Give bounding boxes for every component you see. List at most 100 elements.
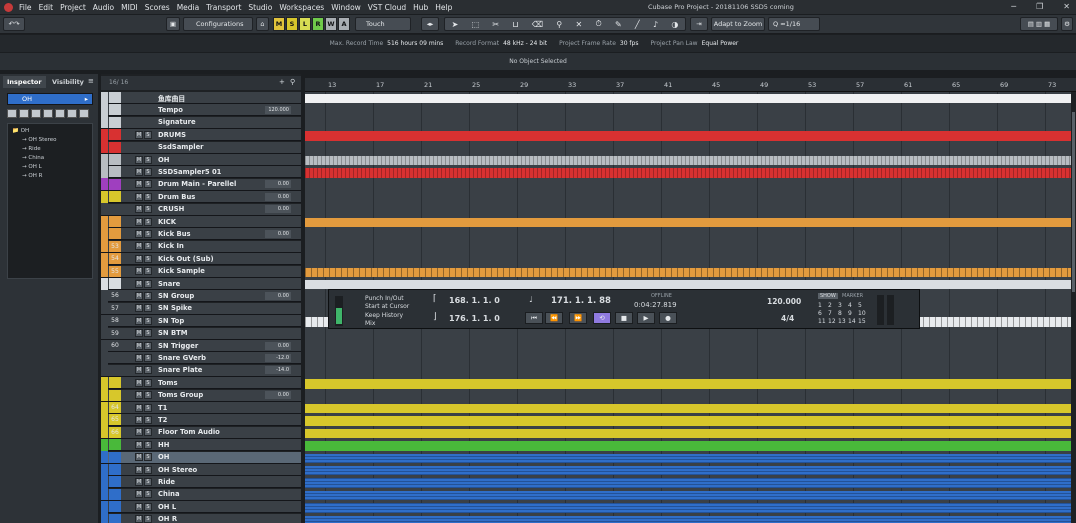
window-layout-button[interactable]: ▣ — [166, 17, 180, 31]
listen-key[interactable]: L — [299, 17, 311, 31]
event-lane[interactable] — [305, 503, 1071, 513]
right-locator-icon[interactable]: ⌋ — [433, 312, 437, 322]
track-row[interactable]: M S Kick Bus 0.00 — [101, 227, 301, 241]
write-key[interactable]: W — [325, 17, 337, 31]
track-row[interactable]: 59 M S SN BTM — [101, 327, 301, 340]
mute-key[interactable]: M — [273, 17, 285, 31]
left-locator-value[interactable]: 168. 1. 1. 0 — [449, 296, 500, 305]
mute-button[interactable]: M — [135, 403, 143, 412]
menu-midi[interactable]: MIDI — [121, 3, 138, 12]
track-row[interactable]: 56 M S SN Group 0.00 — [101, 289, 301, 303]
solo-button[interactable]: S — [144, 192, 152, 201]
track-row[interactable]: 65 M S T2 — [101, 413, 301, 427]
marker-show-button[interactable]: SHOW — [818, 293, 838, 299]
color-icon[interactable]: ◑ — [671, 20, 678, 29]
marker-button[interactable]: 2 — [828, 302, 835, 309]
mute-button[interactable]: M — [135, 440, 143, 449]
solo-button[interactable]: S — [144, 353, 152, 362]
forward-button[interactable]: ⏩ — [569, 312, 587, 324]
track-row[interactable]: M S OH — [101, 153, 301, 166]
solo-button[interactable]: S — [144, 415, 152, 424]
track-row[interactable]: Signature — [101, 116, 301, 129]
menu-project[interactable]: Project — [60, 3, 86, 12]
track-volume-field[interactable]: 0.00 — [265, 205, 291, 214]
solo-button[interactable]: S — [144, 167, 152, 176]
marker-button[interactable]: 7 — [828, 310, 835, 317]
write-icon[interactable] — [43, 109, 53, 118]
automation-key[interactable]: A — [338, 17, 350, 31]
track-row[interactable]: 66 M S Floor Tom Audio — [101, 426, 301, 439]
menu-file[interactable]: File — [19, 3, 32, 12]
quantize-select[interactable]: Q ≈ 1/16 — [768, 17, 820, 31]
left-locator-icon[interactable]: ⌈ — [433, 294, 437, 304]
track-row[interactable]: 53 M S Kick In — [101, 240, 301, 253]
mute-button[interactable]: M — [135, 291, 143, 300]
track-volume-field[interactable]: 0.00 — [265, 291, 291, 300]
event-lane[interactable] — [305, 515, 1071, 523]
marker-button[interactable]: 14 — [848, 318, 856, 325]
mute-button[interactable]: M — [135, 415, 143, 424]
mute-button[interactable]: M — [135, 304, 143, 313]
menu-media[interactable]: Media — [177, 3, 200, 12]
mute-button[interactable]: M — [135, 502, 143, 511]
mute-button[interactable]: M — [135, 205, 143, 214]
marker-button[interactable]: 11 — [818, 318, 826, 325]
solo-button[interactable]: S — [144, 341, 152, 350]
solo-button[interactable]: S — [144, 279, 152, 288]
mute-button[interactable]: M — [135, 192, 143, 201]
play-tool-icon[interactable]: ♪ — [653, 20, 658, 29]
marker-button[interactable]: 6 — [818, 310, 825, 317]
track-volume-field[interactable]: 0.00 — [265, 180, 291, 189]
track-row[interactable]: M S Ride — [101, 475, 301, 489]
mute-button[interactable]: M — [135, 242, 143, 251]
marker-button[interactable]: 4 — [848, 302, 855, 309]
pointer-icon[interactable]: ➤ — [452, 20, 459, 29]
mute-button[interactable]: M — [135, 155, 143, 164]
mute-button[interactable]: M — [135, 366, 143, 375]
solo-button[interactable]: S — [144, 205, 152, 214]
menu-window[interactable]: Window — [331, 3, 361, 12]
mute-button[interactable]: M — [135, 267, 143, 276]
track-row[interactable]: M S KICK — [101, 215, 301, 228]
track-row[interactable]: 55 M S Kick Sample — [101, 265, 301, 278]
undo-redo-button[interactable]: ↶↷ — [3, 17, 25, 31]
track-row[interactable]: 64 M S T1 — [101, 401, 301, 414]
tab-inspector[interactable]: Inspector — [3, 76, 46, 88]
solo-key[interactable]: S — [286, 17, 298, 31]
mute-button[interactable]: M — [135, 229, 143, 238]
time-display[interactable]: 0:04:27.819 — [634, 301, 677, 309]
track-volume-field[interactable]: 120.000 — [265, 105, 291, 114]
tree-item-oh-r[interactable]: → OH R — [22, 173, 42, 179]
solo-button[interactable]: S — [144, 229, 152, 238]
erase-icon[interactable]: ⌫ — [532, 20, 543, 29]
lanes-icon[interactable] — [79, 109, 89, 118]
home-button[interactable]: ⌂ — [256, 17, 269, 31]
marker-button[interactable]: 5 — [858, 302, 865, 309]
mute-tool-icon[interactable]: ✕ — [576, 20, 583, 29]
solo-button[interactable]: S — [144, 490, 152, 499]
record-button[interactable]: ● — [659, 312, 677, 324]
solo-button[interactable]: S — [144, 130, 152, 139]
event-lane[interactable] — [305, 416, 1071, 426]
mute-button[interactable]: M — [135, 477, 143, 486]
event-lane[interactable] — [305, 218, 1071, 228]
track-row[interactable]: M S Snare Plate -14.0 — [101, 364, 301, 377]
mute-button[interactable]: M — [135, 316, 143, 325]
solo-button[interactable]: S — [144, 304, 152, 313]
zoom-icon[interactable]: ⚲ — [556, 20, 562, 29]
solo-button[interactable]: S — [144, 366, 152, 375]
solo-button[interactable]: S — [144, 180, 152, 189]
solo-button[interactable]: S — [144, 453, 152, 462]
mix-label[interactable]: Mix — [365, 320, 375, 327]
mute-button[interactable]: M — [135, 490, 143, 499]
menu-scores[interactable]: Scores — [145, 3, 170, 12]
event-lane[interactable] — [305, 156, 1071, 166]
solo-button[interactable]: S — [144, 217, 152, 226]
track-row[interactable]: M S CRUSH 0.00 — [101, 203, 301, 216]
event-lane[interactable] — [305, 490, 1071, 501]
solo-button[interactable]: S — [144, 428, 152, 437]
mute-button[interactable]: M — [135, 180, 143, 189]
read-key[interactable]: R — [312, 17, 324, 31]
nudge-button[interactable]: ◂▸ — [421, 17, 439, 31]
time-warp-icon[interactable]: ⏱ — [595, 19, 601, 29]
